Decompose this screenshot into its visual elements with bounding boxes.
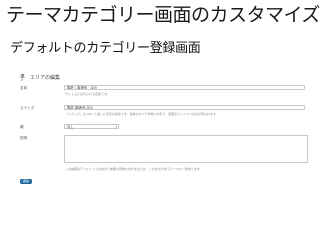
screen-title: エリアの編集	[30, 74, 61, 81]
pushpin-icon	[19, 73, 26, 81]
update-button[interactable]: 更新	[20, 179, 32, 184]
name-field[interactable]: 馬肝 / 香港島 · 中山	[64, 85, 305, 90]
screen-header: エリアの編集	[18, 72, 60, 82]
description-help: この説明はデフォルトではあまり重要な意味を持ちませんが、これを表示するテーマも一…	[65, 167, 203, 171]
slide-subtitle: デフォルトのカテゴリー登録画面	[10, 41, 201, 56]
chevron-down-icon: ▾	[115, 125, 117, 129]
name-help: サイト上に表示される名前です。	[65, 92, 110, 96]
slide-title: テーマカテゴリー画面のカスタマイズ	[6, 4, 320, 26]
description-label: 説明	[20, 136, 28, 140]
description-textarea[interactable]	[64, 135, 308, 163]
slug-label: スラッグ	[20, 106, 35, 110]
name-label: 名前	[20, 86, 28, 90]
parent-select[interactable]: なし ▾	[64, 124, 119, 129]
parent-label: 親	[20, 125, 24, 129]
slug-help: 「スラッグ」は URL に適した形式の名前です。通常はすべて半角小文字で、英数字…	[65, 112, 219, 116]
slug-field[interactable]: 馬肝-香港島-中山	[64, 105, 305, 110]
category-edit-screen: エリアの編集 名前 馬肝 / 香港島 · 中山 サイト上に表示される名前です。 …	[15, 68, 308, 194]
parent-select-value: なし	[67, 125, 74, 129]
